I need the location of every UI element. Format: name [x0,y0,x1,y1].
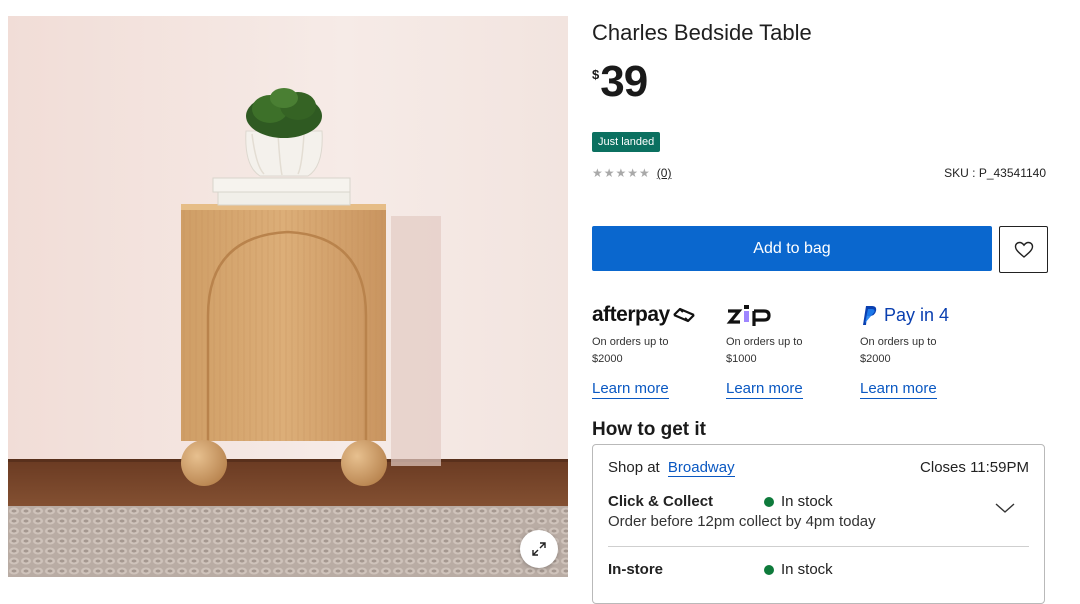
zip-icon [726,305,771,326]
shop-at: Shop at Broadway [608,459,735,477]
in-stock-dot-icon [764,496,774,507]
chevron-down-icon [995,503,1015,513]
rating: ★★★★★ (0) [592,166,671,180]
divider [608,546,1029,547]
payment-option-paypal: Pay in 4 On orders up to $2000 Learn mor… [860,300,990,399]
sku: SKU : P_43541140 [944,166,1046,180]
zip-desc: On orders up to $1000 [726,336,803,365]
wishlist-button[interactable] [999,226,1048,273]
rating-stars: ★★★★★ [592,166,651,180]
product-image[interactable] [8,16,568,577]
payment-option-zip: On orders up to $1000 Learn more [726,300,856,399]
price-amount: 39 [600,57,648,106]
zip-learn-more-link[interactable]: Learn more [726,380,803,399]
add-to-bag-button[interactable]: Add to bag [592,226,992,271]
afterpay-arrows-icon [672,307,695,323]
review-count-link[interactable]: (0) [657,166,672,180]
store-link[interactable]: Broadway [667,459,735,477]
store-closes: Closes 11:59PM [920,459,1029,476]
in-store-title: In-store [608,561,664,578]
afterpay-learn-more-link[interactable]: Learn more [592,380,669,399]
in-store-status: In stock [781,561,833,578]
product-title: Charles Bedside Table [592,20,812,45]
afterpay-desc: On orders up to $2000 [592,336,669,365]
zip-logo [726,300,856,330]
heart-icon [1014,241,1033,258]
click-collect-title: Click & Collect [608,493,714,510]
shop-at-label: Shop at [608,459,660,476]
product-info: Charles Bedside Table $ 39 Just landed ★… [592,0,1048,604]
expand-icon [532,542,546,556]
click-collect-note: Order before 12pm collect by 4pm today [608,513,876,530]
price-currency: $ [592,67,600,82]
how-to-get-it-heading: How to get it [592,419,706,440]
afterpay-logo: afterpay [592,300,722,330]
paypal-learn-more-link[interactable]: Learn more [860,380,937,399]
in-stock-dot-icon [764,564,774,575]
click-collect-stock: In stock [764,493,833,510]
click-collect-expand-button[interactable] [995,501,1015,519]
product-price: $ 39 [592,57,648,106]
just-landed-badge: Just landed [592,132,661,152]
payment-option-afterpay: afterpay On orders up to $2000 Learn mor… [592,300,722,399]
click-collect-status: In stock [781,493,833,510]
in-store-stock: In stock [764,561,833,578]
paypal-icon [863,306,877,325]
fulfilment-box: Shop at Broadway Closes 11:59PM Click & … [592,444,1045,604]
paypal-logo: Pay in 4 [860,300,990,330]
expand-image-button[interactable] [520,530,558,568]
paypal-desc: On orders up to $2000 [860,336,937,365]
